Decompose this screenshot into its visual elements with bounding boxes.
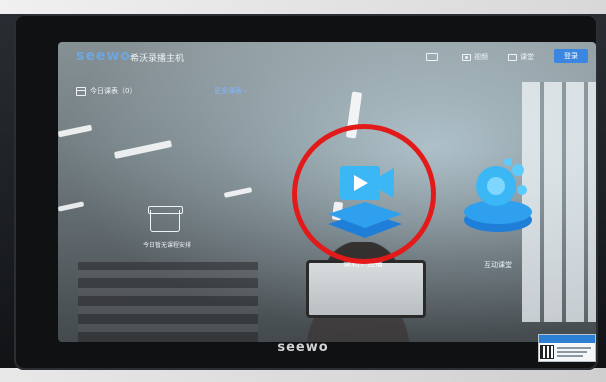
interactive-classroom-label: 互动课堂	[484, 261, 512, 269]
more-schedule-link[interactable]: 更多课表 ›	[214, 86, 247, 96]
bezel-brand-logo: seewo	[277, 340, 329, 355]
classroom-button[interactable]: 课堂	[508, 51, 534, 63]
classroom-icon	[508, 53, 517, 61]
qr-code-icon	[540, 345, 554, 359]
monitor-icon[interactable]	[426, 53, 438, 61]
video-button-label: 视频	[474, 53, 488, 61]
login-button[interactable]: 登录	[554, 49, 588, 63]
sticker-header	[539, 335, 595, 343]
top-bar: seewo 希沃录播主机 视频 课堂 登录	[58, 42, 596, 70]
calendar-icon	[76, 86, 86, 96]
sticker-text-line	[557, 347, 591, 349]
device-sticker	[538, 334, 596, 362]
ceiling-light-reflection	[113, 140, 173, 159]
ceiling-light-reflection	[58, 201, 85, 212]
classroom-button-label: 课堂	[520, 53, 534, 61]
red-annotation-circle	[292, 124, 436, 264]
empty-schedule-text: 今日暂无课程安排	[142, 242, 191, 249]
video-button[interactable]: 视频	[462, 51, 488, 63]
interactive-classroom-tile[interactable]: 互动课堂	[452, 154, 542, 278]
empty-schedule-icon	[148, 206, 183, 232]
ceiling-light-reflection	[58, 124, 93, 138]
video-icon	[462, 53, 471, 61]
schedule-header: 今日课表（0）	[76, 84, 136, 98]
interactive-classroom-icon	[464, 158, 532, 232]
app-title: 希沃录播主机	[130, 54, 185, 64]
sticker-text-line	[557, 351, 587, 353]
sticker-text-line	[557, 355, 583, 357]
ceiling-light-reflection	[223, 187, 253, 198]
schedule-label: 今日课表（0）	[90, 87, 137, 95]
brand-logo: seewo	[76, 48, 131, 64]
desks-reflection	[78, 262, 258, 342]
